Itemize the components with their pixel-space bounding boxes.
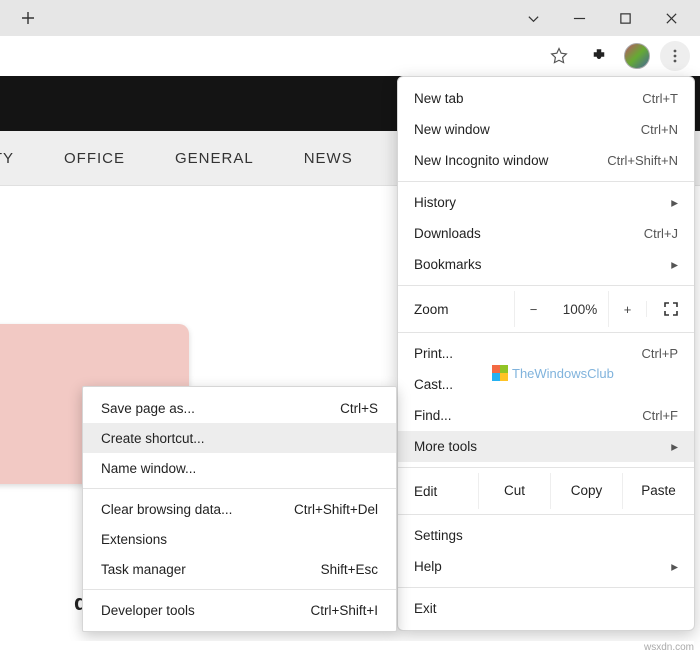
- menu-separator: [398, 467, 694, 468]
- chevron-right-icon: ▸: [671, 195, 678, 211]
- profile-avatar[interactable]: [624, 43, 650, 69]
- browser-main-menu: New tabCtrl+T New windowCtrl+N New Incog…: [397, 76, 695, 631]
- zoom-percent: 100%: [552, 302, 608, 317]
- menu-item-cast[interactable]: Cast...: [398, 369, 694, 400]
- menu-zoom-row: Zoom − 100% +: [398, 291, 694, 327]
- menu-edit-row: Edit Cut Copy Paste: [398, 473, 694, 509]
- submenu-item-task-manager[interactable]: Task managerShift+Esc: [83, 554, 396, 584]
- copy-button[interactable]: Copy: [550, 473, 622, 509]
- submenu-item-developer-tools[interactable]: Developer toolsCtrl+Shift+I: [83, 595, 396, 625]
- menu-item-find[interactable]: Find...Ctrl+F: [398, 400, 694, 431]
- more-tools-submenu: Save page as...Ctrl+S Create shortcut...…: [82, 386, 397, 632]
- menu-item-downloads[interactable]: DownloadsCtrl+J: [398, 218, 694, 249]
- main-menu-button[interactable]: [660, 41, 690, 71]
- window-titlebar: [0, 0, 700, 36]
- cut-button[interactable]: Cut: [478, 473, 550, 509]
- nav-item[interactable]: GENERAL: [175, 150, 254, 167]
- extensions-icon[interactable]: [584, 41, 614, 71]
- maximize-button[interactable]: [602, 0, 648, 36]
- nav-item[interactable]: URITY: [0, 150, 14, 167]
- menu-item-history[interactable]: History▸: [398, 187, 694, 218]
- menu-item-new-window[interactable]: New windowCtrl+N: [398, 114, 694, 145]
- zoom-out-button[interactable]: −: [514, 291, 552, 327]
- fullscreen-button[interactable]: [646, 301, 694, 317]
- menu-item-exit[interactable]: Exit: [398, 593, 694, 624]
- browser-toolbar: [0, 36, 700, 76]
- menu-item-more-tools[interactable]: More tools▸: [398, 431, 694, 462]
- paste-button[interactable]: Paste: [622, 473, 694, 509]
- menu-item-bookmarks[interactable]: Bookmarks▸: [398, 249, 694, 280]
- edit-label: Edit: [398, 484, 478, 499]
- nav-item[interactable]: OFFICE: [64, 150, 125, 167]
- submenu-item-clear-data[interactable]: Clear browsing data...Ctrl+Shift+Del: [83, 494, 396, 524]
- chevron-right-icon: ▸: [671, 439, 678, 455]
- submenu-item-create-shortcut[interactable]: Create shortcut...: [83, 423, 396, 453]
- menu-separator: [83, 488, 396, 489]
- menu-separator: [398, 587, 694, 588]
- zoom-in-button[interactable]: +: [608, 291, 646, 327]
- zoom-label: Zoom: [398, 302, 514, 317]
- menu-item-settings[interactable]: Settings: [398, 520, 694, 551]
- nav-item[interactable]: NEWS: [304, 150, 353, 167]
- bookmark-star-icon[interactable]: [544, 41, 574, 71]
- menu-separator: [398, 181, 694, 182]
- tab-search-button[interactable]: [510, 0, 556, 36]
- new-tab-button[interactable]: [14, 4, 42, 32]
- submenu-item-extensions[interactable]: Extensions: [83, 524, 396, 554]
- chevron-right-icon: ▸: [671, 257, 678, 273]
- minimize-button[interactable]: [556, 0, 602, 36]
- menu-item-help[interactable]: Help▸: [398, 551, 694, 582]
- submenu-item-save-page[interactable]: Save page as...Ctrl+S: [83, 393, 396, 423]
- chevron-right-icon: ▸: [671, 559, 678, 575]
- menu-separator: [398, 285, 694, 286]
- close-button[interactable]: [648, 0, 694, 36]
- menu-item-print[interactable]: Print...Ctrl+P: [398, 338, 694, 369]
- submenu-item-name-window[interactable]: Name window...: [83, 453, 396, 483]
- image-credit: wsxdn.com: [0, 641, 694, 655]
- menu-separator: [398, 332, 694, 333]
- menu-separator: [83, 589, 396, 590]
- menu-item-new-tab[interactable]: New tabCtrl+T: [398, 83, 694, 114]
- menu-item-new-incognito[interactable]: New Incognito windowCtrl+Shift+N: [398, 145, 694, 176]
- menu-separator: [398, 514, 694, 515]
